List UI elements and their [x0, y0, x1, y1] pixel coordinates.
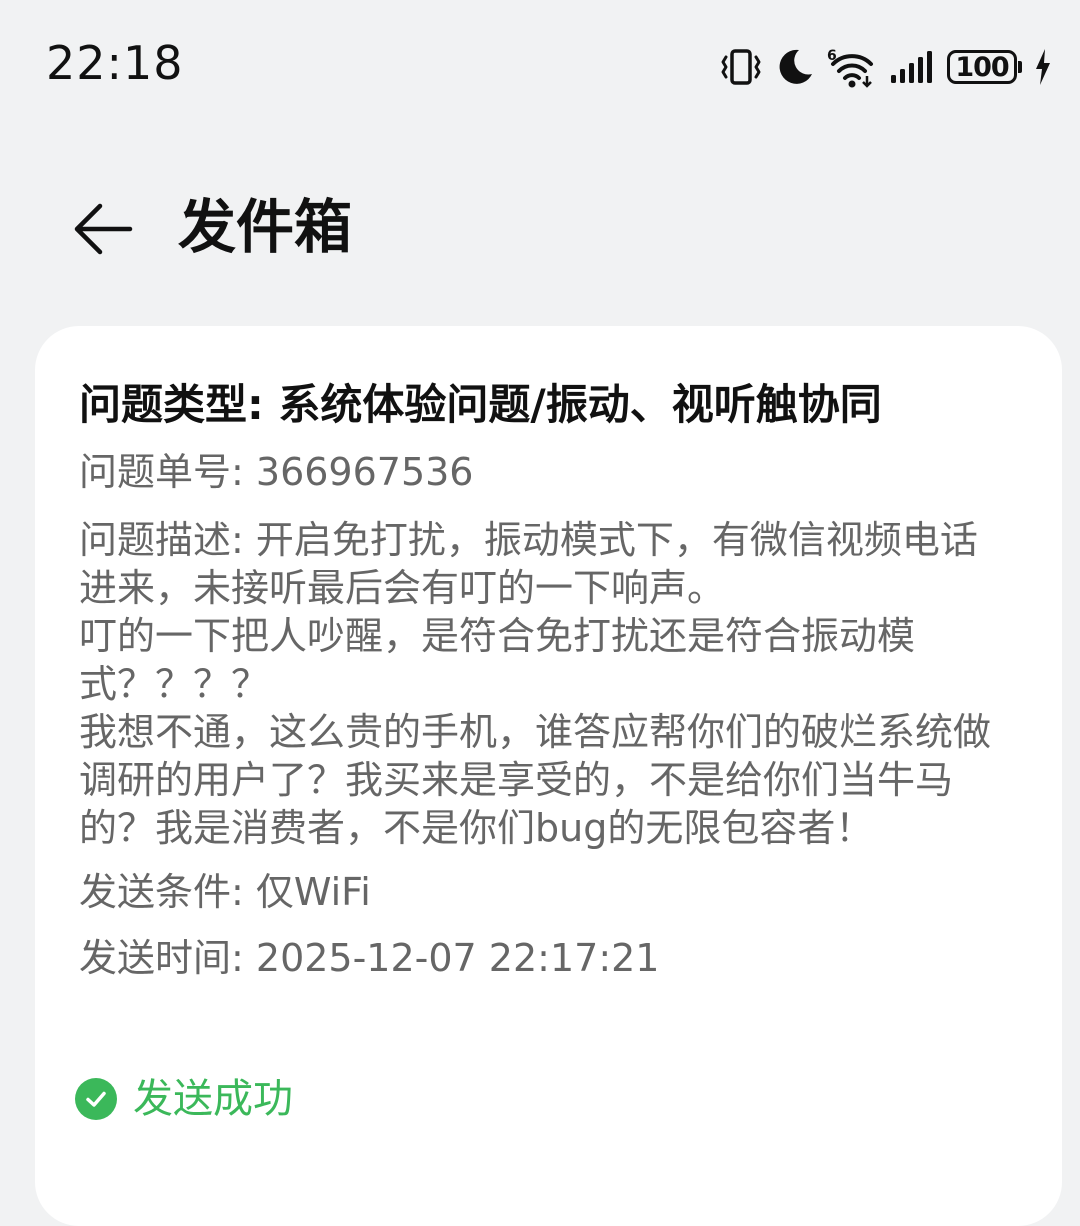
check-circle-icon	[75, 1078, 117, 1120]
send-condition-label: 发送条件:	[79, 870, 256, 914]
issue-type: 问题类型: 系统体验问题/振动、视听触协同	[79, 380, 882, 429]
description-line: 进来，未接听最后会有叮的一下响声。	[79, 566, 726, 610]
send-condition-value: 仅WiFi	[255, 870, 371, 914]
arrow-left-icon	[74, 203, 133, 255]
send-status-text: 发送成功	[133, 1076, 293, 1122]
send-status: 发送成功	[75, 1072, 293, 1126]
status-time: 22:18	[46, 36, 184, 90]
description-line: 调研的用户了？我买来是享受的，不是给你们当牛马	[79, 758, 954, 802]
signal-icon	[889, 49, 935, 85]
back-button[interactable]	[62, 192, 146, 266]
send-time-value: 2025-12-07 22:17:21	[255, 936, 660, 980]
status-icons: 6 100	[719, 42, 1052, 92]
page-title: 发件箱	[178, 193, 353, 261]
send-condition-row: 发送条件: 仅WiFi	[79, 868, 1064, 916]
issue-number-label: 问题单号:	[79, 450, 256, 494]
description-line: 问题描述: 开启免打扰，振动模式下，有微信视频电话	[79, 518, 978, 562]
description-line: 式？？？？	[79, 662, 270, 706]
vibrate-icon	[719, 47, 763, 87]
status-bar: 22:18 6 100	[0, 0, 1080, 130]
wifi-icon: 6	[827, 46, 877, 88]
send-time-row: 发送时间: 2025-12-07 22:17:21	[79, 934, 1064, 982]
moon-icon	[775, 47, 815, 87]
description-line: 叮的一下把人吵醒，是符合免打扰还是符合振动模	[79, 614, 916, 658]
issue-number-row: 问题单号: 366967536	[79, 448, 1064, 496]
battery-icon: 100	[947, 50, 1022, 84]
feedback-card[interactable]: 问题类型: 系统体验问题/振动、视听触协同 问题单号: 366967536 问题…	[35, 326, 1062, 1226]
charging-icon	[1034, 48, 1052, 86]
battery-level: 100	[947, 50, 1017, 84]
app-header: 发件箱	[0, 170, 1080, 290]
issue-description: 问题描述: 开启免打扰，振动模式下，有微信视频电话 进来，未接听最后会有叮的一下…	[79, 516, 1064, 852]
description-line: 的？我是消费者，不是你们bug的无限包容者！	[79, 806, 874, 850]
description-line: 我想不通，这么贵的手机，谁答应帮你们的破烂系统做	[79, 710, 992, 754]
issue-number-value: 366967536	[255, 450, 474, 494]
send-time-label: 发送时间:	[79, 936, 256, 980]
